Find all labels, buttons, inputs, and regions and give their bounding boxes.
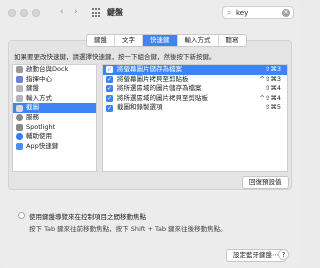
tab-input-sources[interactable]: 輸入方式 [178,35,219,46]
minimize-window-button[interactable] [20,9,28,17]
category-label: 輸入方式 [26,93,52,102]
input-sources-icon [16,95,23,103]
spotlight-icon [16,123,23,131]
shortcut-checkbox[interactable]: ✓ [106,95,113,103]
search-field[interactable]: ⌕ key ✕ [222,6,294,19]
shortcut-row[interactable]: ✓ 將螢幕圖片拷貝至剪貼板 ^⇧⌘3 [103,75,287,85]
shortcut-list: ✓ 將螢幕圖片儲存為檔案 ⇧⌘3 ✓ 將螢幕圖片拷貝至剪貼板 ^⇧⌘3 ✓ 將所… [102,64,288,172]
tab-shortcuts[interactable]: 快速鍵 [143,35,178,46]
search-input[interactable]: key [236,9,248,17]
shortcut-row[interactable]: ✓ 截圖和錄製選項 ⇧⌘5 [103,103,287,113]
keyboard-icon [16,85,23,93]
shortcut-keys[interactable]: ^⇧⌘4 [259,94,281,104]
category-item-screenshots[interactable]: 截圖 [13,103,96,113]
shortcut-keys[interactable]: ^⇧⌘3 [259,75,281,85]
category-item-accessibility[interactable]: 輔助使用 [13,132,96,142]
category-item-services[interactable]: 服務 [13,113,96,123]
category-item-spotlight[interactable]: Spotlight [13,123,96,133]
category-item-launchpad[interactable]: 啟動台與Dock [13,65,96,75]
close-window-button[interactable] [8,9,16,17]
category-label: 截圖 [26,103,39,112]
instructions-text: 如果要更改快速鍵，請選擇快速鍵，按一下組合鍵，然後按下新按鍵。 [14,53,216,61]
gear-icon [16,114,23,122]
category-label: 啟動台與Dock [26,65,69,73]
help-button[interactable]: ? [278,249,289,260]
tab-bar: 鍵盤 文字 快速鍵 輸入方式 聽寫 [86,34,247,47]
clear-search-icon[interactable]: ✕ [282,9,290,17]
show-all-grid-icon[interactable] [92,8,102,18]
category-item-app-shortcuts[interactable]: App快速鍵 [13,142,96,152]
title-bar: ‹ › 鍵盤 ⌕ key ✕ [0,0,300,28]
shortcut-label: 截圖和錄製選項 [117,103,163,112]
category-item-input-sources[interactable]: 輸入方式 [13,94,96,104]
shortcut-checkbox[interactable]: ✓ [106,85,113,93]
mission-control-icon [16,75,23,83]
tab-dictation[interactable]: 聽寫 [219,35,246,46]
shortcut-checkbox[interactable]: ✓ [106,75,113,83]
shortcut-label: 將螢幕圖片拷貝至剪貼板 [117,74,189,83]
shortcut-label: 將螢幕圖片儲存為檔案 [117,65,182,73]
shortcut-row[interactable]: ✓ 將螢幕圖片儲存為檔案 ⇧⌘3 [103,65,287,75]
back-button[interactable]: ‹ [60,7,64,17]
category-list: 啟動台與Dock 指揮中心 鍵盤 輸入方式 截圖 服務 Spotlight 輔助… [12,64,97,172]
category-label: 指揮中心 [26,74,52,83]
forward-button[interactable]: › [74,7,78,17]
keyboard-navigation-description: 按下 Tab 鍵來往前移動焦點，按下 Shift + Tab 鍵來往後移動焦點。 [29,225,227,233]
category-item-mission-control[interactable]: 指揮中心 [13,75,96,85]
app-shortcuts-icon [16,143,23,151]
keyboard-navigation-radio[interactable] [18,212,25,219]
accessibility-icon [16,133,23,141]
category-label: 服務 [26,112,39,121]
shortcut-row[interactable]: ✓ 將所選區域的圖片儲存為檔案 ⇧⌘4 [103,84,287,94]
window-title: 鍵盤 [107,8,123,17]
keyboard-preferences-window: ‹ › 鍵盤 ⌕ key ✕ 鍵盤 文字 快速鍵 輸入方式 聽寫 如果要更改快速… [0,0,300,268]
screenshot-icon [16,104,23,112]
shortcut-checkbox[interactable]: ✓ [106,104,113,112]
shortcut-checkbox[interactable]: ✓ [106,66,113,74]
shortcut-keys[interactable]: ⇧⌘4 [265,84,281,94]
restore-defaults-button[interactable]: 回復預設值 [242,176,289,189]
setup-bluetooth-keyboard-button[interactable]: 設定藍牙鍵盤⋯ [226,249,286,262]
shortcut-label: 將所選區域的圖片拷貝至剪貼板 [117,93,208,102]
shortcut-keys[interactable]: ⇧⌘3 [265,65,281,75]
shortcut-row[interactable]: ✓ 將所選區域的圖片拷貝至剪貼板 ^⇧⌘4 [103,94,287,104]
shortcut-label: 將所選區域的圖片儲存為檔案 [117,84,202,93]
launchpad-icon [16,66,23,74]
category-label: App快速鍵 [26,141,59,150]
zoom-window-button[interactable] [32,9,40,17]
tab-keyboard[interactable]: 鍵盤 [87,35,115,46]
search-icon: ⌕ [227,8,232,17]
category-item-keyboard[interactable]: 鍵盤 [13,84,96,94]
tab-text[interactable]: 文字 [115,35,143,46]
category-label: Spotlight [26,122,56,131]
shortcut-keys[interactable]: ⇧⌘5 [265,103,281,113]
category-label: 鍵盤 [26,84,39,93]
keyboard-navigation-label: 使用鍵盤導覽來在控制項目之間移動焦點 [29,213,146,221]
category-label: 輔助使用 [26,132,52,141]
